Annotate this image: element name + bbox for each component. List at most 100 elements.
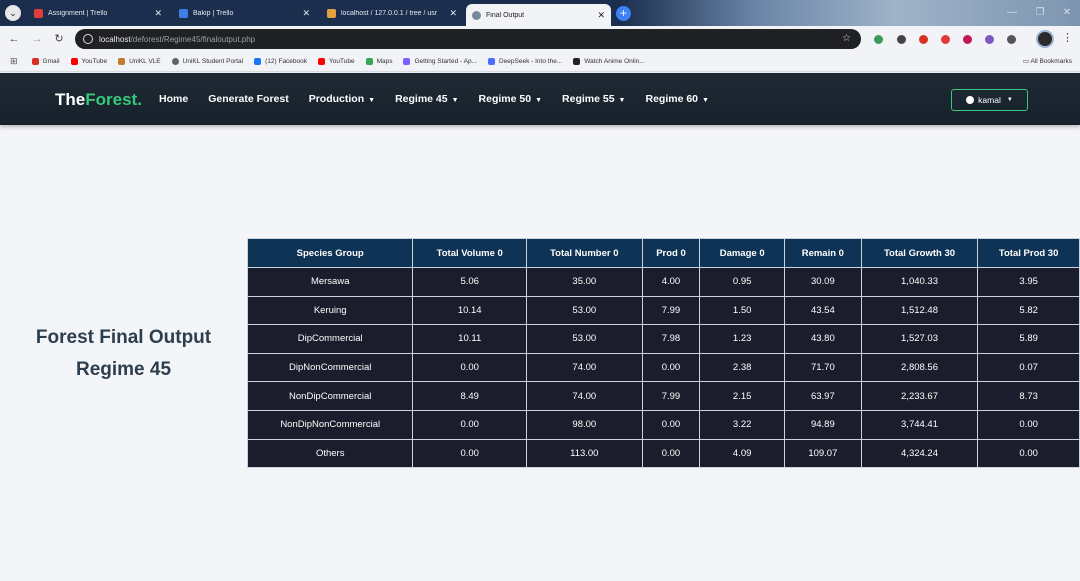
table-cell: 0.00	[412, 352, 527, 383]
bookmark-favicon-icon	[403, 58, 411, 65]
minimize-icon[interactable]: —	[998, 0, 1026, 26]
nav-regime-60[interactable]: Regime 60 ▼	[645, 93, 708, 105]
table-cell: 3.95	[977, 267, 1080, 297]
forward-icon[interactable]: →	[29, 31, 45, 47]
table-cell: 35.00	[526, 267, 643, 297]
bookmark-item[interactable]: Getting Started - Ap...	[403, 58, 477, 65]
brand-accent: Forest.	[85, 90, 142, 109]
bookmark-star-icon[interactable]: ☆	[842, 33, 851, 44]
species-group-cell: Mersawa	[246, 267, 414, 297]
table-cell: 1.23	[699, 324, 785, 354]
deepseek-icon	[488, 58, 495, 65]
trello-favicon-icon	[179, 9, 188, 18]
species-group-cell: DipCommercial	[246, 324, 414, 354]
reload-icon[interactable]: ↻	[51, 31, 67, 47]
browser-tab[interactable]: Assignment | Trello ✕	[28, 4, 168, 23]
bookmark-label: Getting Started - Ap...	[414, 58, 477, 65]
profile-avatar[interactable]	[1036, 30, 1054, 48]
youtube-icon	[70, 58, 78, 65]
nav-home[interactable]: Home	[159, 93, 188, 105]
nav-generate-forest[interactable]: Generate Forest	[208, 93, 289, 105]
species-group-cell: Keruing	[246, 295, 414, 326]
tab-search-icon[interactable]: ⌄	[5, 5, 21, 21]
bookmark-item[interactable]: YouTube	[70, 58, 108, 65]
browser-tab[interactable]: localhost / 127.0.0.1 / tree / usr ✕	[321, 4, 463, 23]
column-header: Damage 0	[699, 238, 785, 268]
extensions-puzzle-icon[interactable]	[1007, 35, 1016, 44]
browser-tab-strip: ⌄ Assignment | Trello ✕ Bakip | Trello ✕…	[0, 0, 1080, 26]
close-window-icon[interactable]: ✕	[1053, 0, 1080, 26]
column-header: Species Group	[246, 238, 414, 268]
close-tab-icon[interactable]: ✕	[302, 8, 310, 19]
site-logo[interactable]: TheForest.	[55, 90, 142, 110]
table-cell: 1.50	[699, 295, 785, 326]
nav-label: Home	[159, 93, 189, 105]
user-menu-button[interactable]: kamal ▼	[951, 89, 1028, 111]
column-header: Remain 0	[784, 238, 862, 268]
table-cell: 0.07	[977, 352, 1080, 383]
bookmark-item[interactable]: YouTube	[318, 58, 355, 65]
bookmark-item[interactable]: Gmail	[31, 58, 60, 65]
globe-favicon-icon	[472, 10, 481, 20]
extension-icon[interactable]	[963, 35, 972, 44]
table-row: DipNonCommercial 0.00 74.00 0.00 2.38 71…	[246, 352, 1080, 383]
address-bar[interactable]: localhost/deforest/Regime45/finaloutput.…	[75, 29, 861, 49]
table-cell: 7.99	[641, 295, 701, 326]
all-bookmarks-label: All Bookmarks	[1030, 58, 1072, 65]
bookmark-label: YouTube	[81, 58, 108, 65]
bookmark-item[interactable]: DeepSeek - Into the...	[488, 58, 562, 65]
nav-regime-45[interactable]: Regime 45 ▼	[395, 93, 458, 105]
bookmark-item[interactable]: Watch Anime Onlin...	[573, 58, 645, 65]
close-tab-icon[interactable]: ✕	[449, 8, 457, 19]
table-cell: 0.00	[412, 409, 527, 440]
bookmark-item[interactable]: (12) Facebook	[254, 58, 307, 65]
nav-production[interactable]: Production ▼	[309, 93, 375, 105]
species-group-cell: NonDipNonCommercial	[246, 409, 414, 440]
tab-title: Final Output	[486, 11, 525, 19]
main-menu: Home Generate Forest Production ▼ Regime …	[159, 93, 729, 105]
table-cell: 0.00	[641, 352, 701, 383]
species-group-cell: DipNonCommercial	[246, 352, 414, 383]
brand-main: The	[55, 90, 86, 109]
tab-title: Bakip | Trello	[193, 10, 234, 17]
tab-title: Assignment | Trello	[48, 10, 108, 17]
back-icon[interactable]: ←	[6, 31, 22, 47]
browser-tab-active[interactable]: Final Output ✕	[466, 4, 611, 26]
caret-down-icon: ▼	[368, 97, 376, 104]
page-title-line-1: Forest Final Output	[35, 327, 212, 348]
table-cell: 3.22	[699, 409, 785, 440]
extension-icon[interactable]	[919, 35, 928, 44]
table-cell: 1,040.33	[860, 267, 979, 297]
caret-down-icon: ▼	[535, 97, 543, 104]
table-cell: 2,233.67	[860, 381, 979, 411]
browser-tab[interactable]: Bakip | Trello ✕	[173, 4, 316, 23]
bookmark-label: Maps	[376, 58, 393, 65]
table-row: Keruing 10.14 53.00 7.99 1.50 43.54 1,51…	[246, 295, 1080, 326]
extension-icon[interactable]	[941, 35, 950, 44]
facebook-icon	[254, 58, 262, 65]
browser-menu-icon[interactable]: ⋮	[1062, 31, 1073, 44]
new-tab-button[interactable]: +	[616, 6, 631, 21]
table-cell: 1,512.48	[860, 295, 979, 326]
extension-icon[interactable]	[985, 35, 994, 44]
nav-label: Generate Forest	[208, 93, 289, 105]
bookmark-item[interactable]: UniKL Student Portal	[171, 58, 243, 65]
table-cell: 5.89	[977, 324, 1080, 354]
caret-down-icon: ▼	[451, 97, 459, 104]
nav-regime-55[interactable]: Regime 55 ▼	[562, 93, 625, 105]
nav-regime-50[interactable]: Regime 50 ▼	[479, 93, 542, 105]
table-cell: 71.70	[784, 352, 862, 383]
table-cell: 0.00	[641, 409, 701, 440]
column-header: Total Number 0	[526, 238, 643, 268]
all-bookmarks-button[interactable]: ▭ All Bookmarks	[1023, 57, 1072, 65]
bookmark-item[interactable]: Maps	[365, 58, 393, 65]
apps-grid-icon[interactable]: ⊞	[10, 56, 18, 67]
species-group-cell: NonDipCommercial	[246, 381, 414, 411]
site-info-icon[interactable]	[83, 34, 93, 44]
close-tab-icon[interactable]: ✕	[597, 10, 605, 21]
extension-icon[interactable]	[874, 35, 883, 44]
bookmark-item[interactable]: UniKL VLE	[118, 58, 161, 65]
eyedropper-icon[interactable]	[897, 35, 906, 44]
restore-icon[interactable]: ❐	[1026, 0, 1054, 26]
close-tab-icon[interactable]: ✕	[154, 8, 162, 19]
